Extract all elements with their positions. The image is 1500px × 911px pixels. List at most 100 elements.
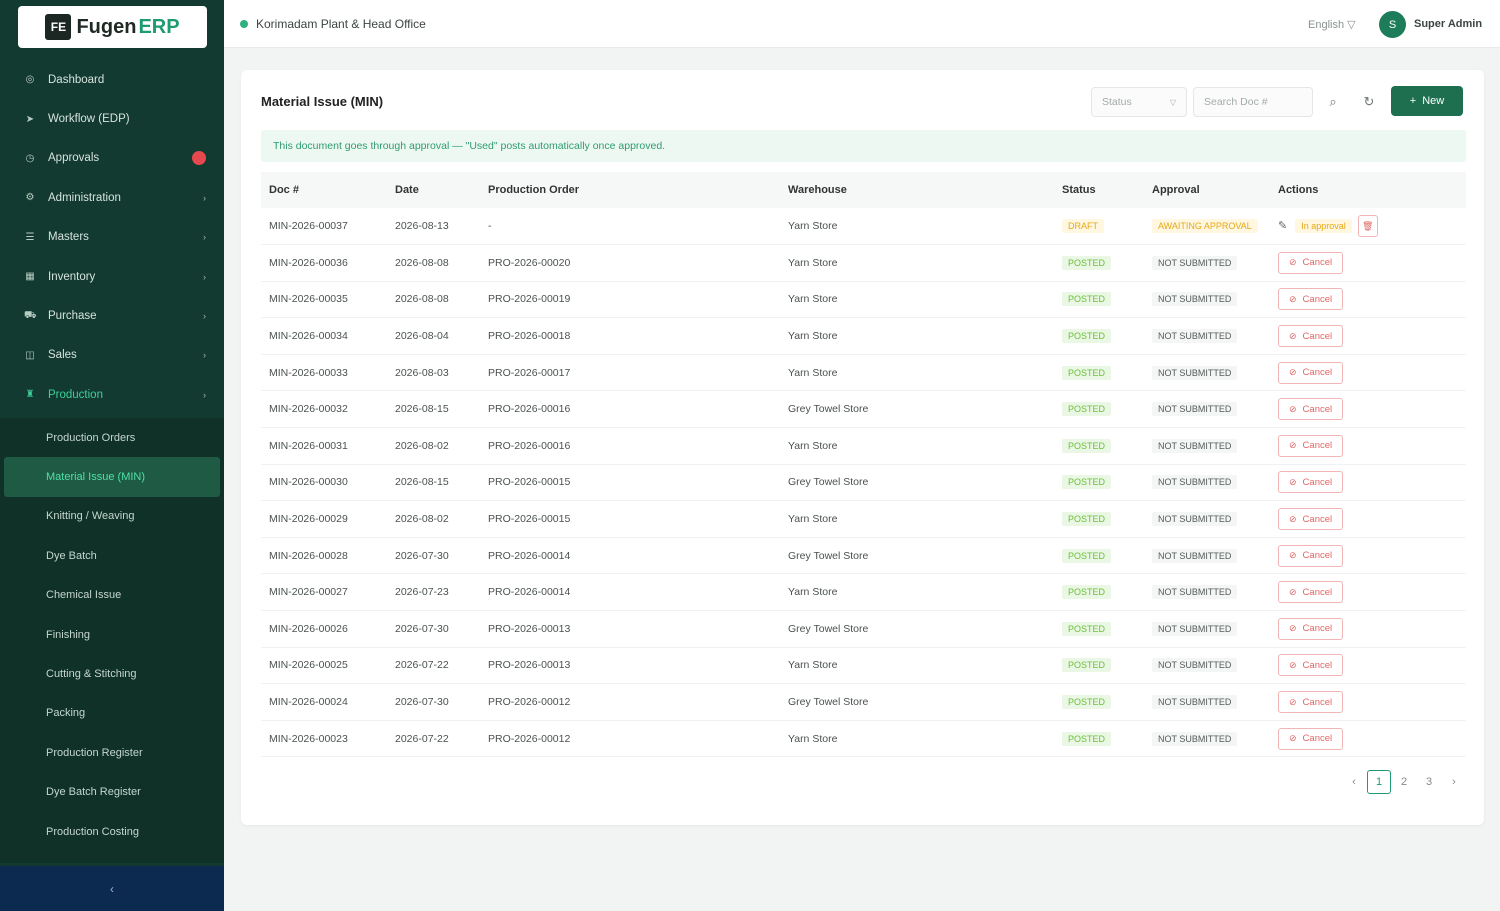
table-row[interactable]: MIN-2026-00026 2026-07-30 PRO-2026-00013 Gr… bbox=[261, 610, 1466, 648]
doc-number-cell[interactable]: MIN-2026-00034 bbox=[261, 317, 387, 355]
cancel-button[interactable]: ⊘ Cancel bbox=[1278, 361, 1344, 384]
doc-number-cell[interactable]: MIN-2026-00024 bbox=[261, 683, 387, 721]
search-button[interactable]: ⌕ bbox=[1321, 90, 1345, 114]
approval-badge: NOT SUBMITTED bbox=[1152, 585, 1238, 600]
doc-number-cell[interactable]: MIN-2026-00029 bbox=[261, 500, 387, 538]
cancel-button[interactable]: ⊘ Cancel bbox=[1278, 288, 1344, 311]
cancel-button[interactable]: ⊘ Cancel bbox=[1278, 654, 1344, 677]
sidebar-item-administration[interactable]: ⚙ Administration › bbox=[0, 178, 224, 217]
submenu-item[interactable]: Knitting / Weaving bbox=[0, 497, 224, 536]
cancel-button[interactable]: ⊘ Cancel bbox=[1278, 471, 1344, 494]
submenu-item[interactable]: Dye Batch bbox=[0, 536, 224, 575]
table-row[interactable]: MIN-2026-00028 2026-07-30 PRO-2026-00014 Gr… bbox=[261, 537, 1466, 575]
branch-selector[interactable]: Korimadam Plant & Head Office bbox=[240, 17, 426, 31]
table-row[interactable]: MIN-2026-00027 2026-07-23 PRO-2026-00014 Ya… bbox=[261, 573, 1466, 612]
column-header[interactable]: Actions bbox=[1270, 172, 1466, 208]
sidebar-item-purchase[interactable]: ⛟ Purchase › bbox=[0, 296, 224, 335]
table-row[interactable]: MIN-2026-00024 2026-07-30 PRO-2026-00012 Gr… bbox=[261, 683, 1466, 721]
refresh-button[interactable]: ↻ bbox=[1357, 90, 1381, 114]
doc-number-cell[interactable]: MIN-2026-00037 bbox=[261, 208, 387, 246]
doc-number-cell[interactable]: MIN-2026-00032 bbox=[261, 390, 387, 429]
doc-number-cell[interactable]: MIN-2026-00026 bbox=[261, 610, 387, 648]
column-header[interactable]: Date bbox=[387, 172, 480, 208]
table-row[interactable]: MIN-2026-00025 2026-07-22 PRO-2026-00013 Ya… bbox=[261, 647, 1466, 685]
submenu-item[interactable]: Material Issue (MIN) bbox=[4, 457, 220, 497]
warehouse-cell: Yarn Store bbox=[780, 244, 1054, 282]
edit-icon[interactable]: ✎ bbox=[1278, 220, 1287, 232]
cancel-button[interactable]: ⊘ Cancel bbox=[1278, 508, 1344, 531]
column-header[interactable]: Approval bbox=[1144, 172, 1270, 208]
table-row[interactable]: MIN-2026-00030 2026-08-15 PRO-2026-00015 Gr… bbox=[261, 464, 1466, 502]
table-row[interactable]: MIN-2026-00033 2026-08-03 PRO-2026-00017 Ya… bbox=[261, 354, 1466, 392]
cancel-button[interactable]: ⊘ Cancel bbox=[1278, 544, 1344, 567]
doc-number-cell[interactable]: MIN-2026-00031 bbox=[261, 427, 387, 465]
submenu-item[interactable]: Production Orders bbox=[0, 418, 224, 457]
cancel-button[interactable]: ⊘ Cancel bbox=[1278, 434, 1344, 457]
cancel-button[interactable]: ⊘ Cancel bbox=[1278, 581, 1344, 604]
pagination-next-icon[interactable]: › bbox=[1442, 770, 1466, 794]
doc-number-cell[interactable]: MIN-2026-00035 bbox=[261, 281, 387, 319]
pagination-prev-icon[interactable]: ‹ bbox=[1342, 770, 1366, 794]
sidebar-item-masters[interactable]: ☰ Masters › bbox=[0, 218, 224, 257]
sidebar-collapse-button[interactable]: ‹ bbox=[0, 866, 224, 911]
production-order-cell: PRO-2026-00013 bbox=[480, 647, 780, 685]
doc-number-cell[interactable]: MIN-2026-00030 bbox=[261, 464, 387, 502]
table-row[interactable]: MIN-2026-00036 2026-08-08 PRO-2026-00020 Ya… bbox=[261, 244, 1466, 282]
cancel-icon: ⊘ bbox=[1289, 659, 1297, 670]
sidebar-item-sales[interactable]: ◫ Sales › bbox=[0, 336, 224, 375]
doc-number-cell[interactable]: MIN-2026-00027 bbox=[261, 573, 387, 612]
column-header[interactable]: Doc # bbox=[261, 172, 387, 208]
cancel-button[interactable]: ⊘ Cancel bbox=[1278, 325, 1344, 348]
cancel-button[interactable]: ⊘ Cancel bbox=[1278, 617, 1344, 640]
doc-number-cell[interactable]: MIN-2026-00033 bbox=[261, 354, 387, 392]
submenu-item[interactable]: Production Register bbox=[0, 733, 224, 772]
sidebar-item-approvals[interactable]: ◷ Approvals bbox=[0, 139, 224, 178]
table-row[interactable]: MIN-2026-00029 2026-08-02 PRO-2026-00015 Ya… bbox=[261, 500, 1466, 538]
sidebar-item-inventory[interactable]: ▦ Inventory › bbox=[0, 257, 224, 296]
approval-badge: NOT SUBMITTED bbox=[1152, 329, 1238, 344]
doc-number-cell[interactable]: MIN-2026-00025 bbox=[261, 647, 387, 685]
cancel-button[interactable]: ⊘ Cancel bbox=[1278, 398, 1344, 421]
cancel-icon: ⊘ bbox=[1289, 476, 1297, 487]
in-approval-badge: In approval bbox=[1295, 218, 1352, 233]
table-row[interactable]: MIN-2026-00032 2026-08-15 PRO-2026-00016 Gr… bbox=[261, 390, 1466, 429]
column-header[interactable]: Production Order bbox=[480, 172, 780, 208]
sidebar-item-workflow-edp[interactable]: ➤ Workflow (EDP) bbox=[0, 99, 224, 138]
delete-button[interactable]: 🗑 bbox=[1357, 215, 1378, 238]
status-filter-select[interactable]: Status ▽ bbox=[1091, 87, 1187, 117]
submenu-item[interactable]: Chemical Issue bbox=[0, 576, 224, 615]
submenu-item[interactable]: Packing bbox=[0, 694, 224, 733]
column-header[interactable]: Status bbox=[1054, 172, 1144, 208]
table-row[interactable]: MIN-2026-00037 2026-08-13- Yarn Store DRAFT… bbox=[261, 208, 1466, 246]
cancel-button[interactable]: ⊘ Cancel bbox=[1278, 727, 1344, 750]
doc-number-cell[interactable]: MIN-2026-00028 bbox=[261, 537, 387, 575]
doc-number-cell[interactable]: MIN-2026-00036 bbox=[261, 244, 387, 282]
production-order-cell: - bbox=[480, 208, 780, 246]
pagination: ‹ 1 2 3 › bbox=[1341, 770, 1466, 794]
cancel-button[interactable]: ⊘ Cancel bbox=[1278, 691, 1344, 714]
table-row[interactable]: MIN-2026-00023 2026-07-22 PRO-2026-00012 Ya… bbox=[261, 720, 1466, 758]
production-order-cell: PRO-2026-00014 bbox=[480, 537, 780, 575]
chevron-right-icon: › bbox=[203, 311, 206, 322]
table-row[interactable]: MIN-2026-00035 2026-08-08 PRO-2026-00019 Ya… bbox=[261, 281, 1466, 319]
sidebar-item-production[interactable]: ♜ Production › bbox=[0, 375, 224, 414]
table-row[interactable]: MIN-2026-00031 2026-08-02 PRO-2026-00016 Ya… bbox=[261, 427, 1466, 465]
pagination-page[interactable]: 1 bbox=[1367, 770, 1391, 794]
new-button[interactable]: + New bbox=[1391, 86, 1463, 116]
cancel-button[interactable]: ⊘ Cancel bbox=[1278, 251, 1344, 274]
sidebar-item-dashboard[interactable]: ◎ Dashboard bbox=[0, 60, 224, 99]
submenu-item[interactable]: Dye Batch Register bbox=[0, 773, 224, 812]
language-selector[interactable]: English ▽ bbox=[1308, 18, 1356, 31]
submenu-item[interactable]: Cutting & Stitching bbox=[0, 654, 224, 693]
submenu-item[interactable]: Finishing bbox=[0, 615, 224, 654]
pagination-page[interactable]: 3 bbox=[1417, 770, 1441, 794]
avatar[interactable]: S bbox=[1379, 11, 1406, 38]
column-header[interactable]: Warehouse bbox=[780, 172, 1054, 208]
app-logo[interactable]: FE Fugen ERP bbox=[18, 6, 207, 48]
submenu-item[interactable]: Production Costing bbox=[0, 812, 224, 851]
user-name[interactable]: Super Admin bbox=[1414, 18, 1482, 30]
pagination-page[interactable]: 2 bbox=[1392, 770, 1416, 794]
table-row[interactable]: MIN-2026-00034 2026-08-04 PRO-2026-00018 Ya… bbox=[261, 317, 1466, 355]
doc-number-cell[interactable]: MIN-2026-00023 bbox=[261, 720, 387, 758]
search-input[interactable]: Search Doc # bbox=[1193, 87, 1313, 117]
